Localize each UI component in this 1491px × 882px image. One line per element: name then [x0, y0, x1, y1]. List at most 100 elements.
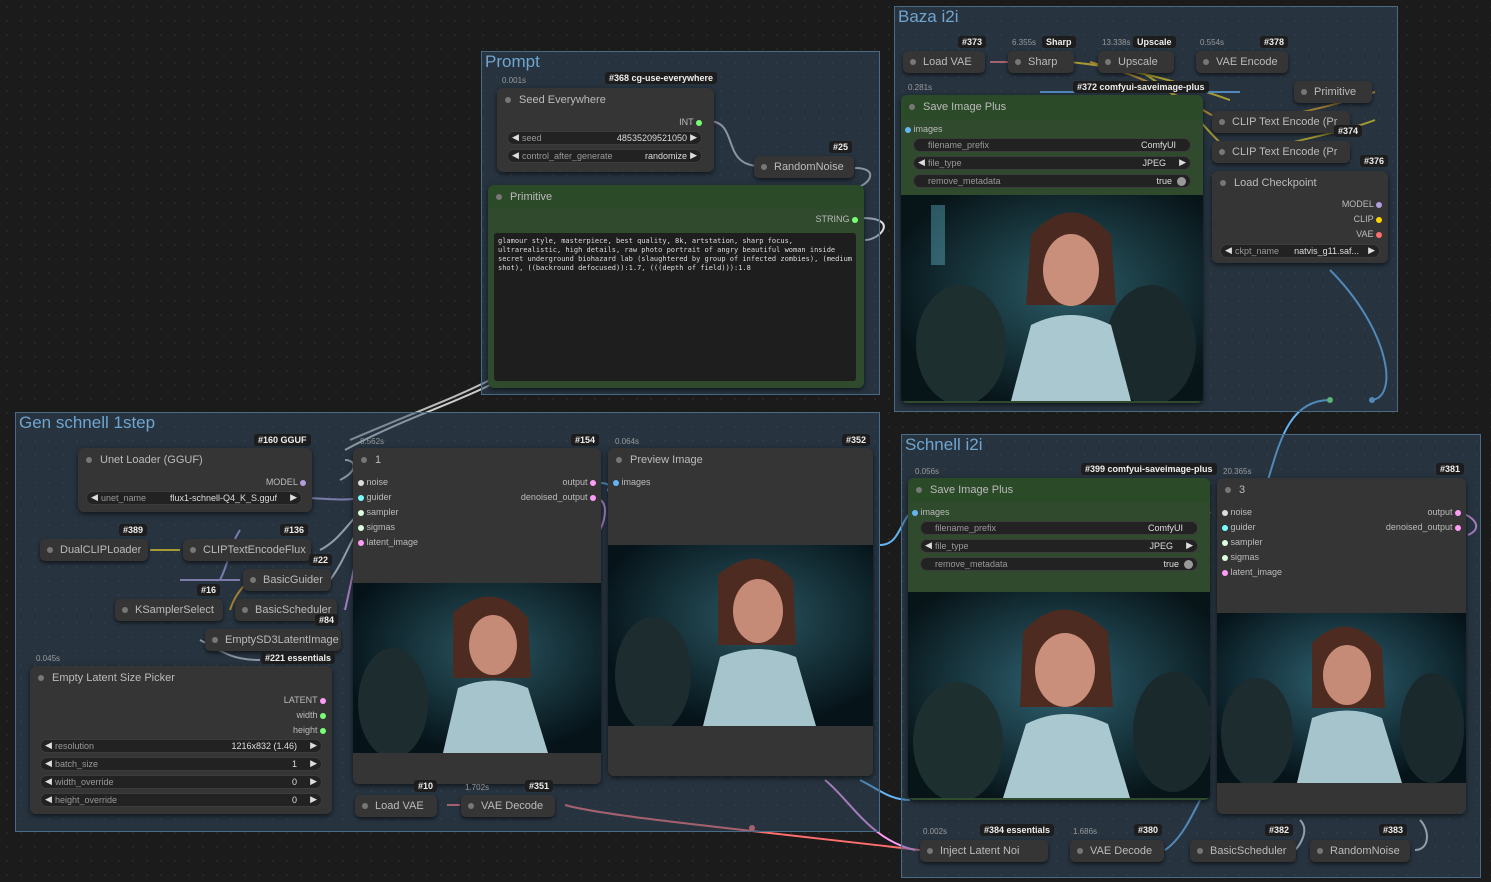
input-sigmas[interactable]: sigmas: [1222, 552, 1259, 562]
vae-decode-node[interactable]: VAE Decode: [1070, 840, 1164, 862]
upscale-node[interactable]: Upscale: [1098, 51, 1174, 73]
input-latent-image[interactable]: latent_image: [358, 537, 418, 547]
node-timing: 0.554s: [1200, 38, 1225, 47]
width-override-widget[interactable]: ◀ width_override 0 ▶: [40, 775, 322, 789]
inject-latent-noise-node[interactable]: Inject Latent Noi: [920, 840, 1048, 862]
node-title: 3: [1217, 478, 1466, 502]
vae-decode-node[interactable]: VAE Decode: [461, 795, 555, 817]
node-tag: #376: [1360, 155, 1389, 167]
batch-size-widget[interactable]: ◀ batch_size 1 ▶: [40, 757, 322, 771]
output-int[interactable]: INT: [679, 117, 702, 127]
output-denoised[interactable]: denoised_output: [1386, 522, 1461, 532]
output-clip[interactable]: CLIP: [1354, 214, 1382, 224]
group-title: Gen schnell 1step: [19, 413, 156, 432]
node-timing: 0.281s: [908, 83, 933, 92]
clip-text-encode-flux-node[interactable]: CLIPTextEncodeFlux: [183, 539, 311, 561]
basic-scheduler-node[interactable]: BasicScheduler: [1190, 840, 1296, 862]
prompt-textarea[interactable]: glamour style, masterpiece, best quality…: [494, 233, 856, 381]
sampler-custom-node-1[interactable]: 1 noise guider sampler sigmas latent_ima…: [353, 448, 601, 784]
seed-everywhere-node[interactable]: Seed Everywhere INT ◀ seed 48535209521050 ▶…: [497, 88, 714, 172]
input-latent-image[interactable]: latent_image: [1222, 567, 1282, 577]
input-sampler[interactable]: sampler: [1222, 537, 1263, 547]
input-images[interactable]: images: [905, 124, 943, 134]
output-model[interactable]: MODEL: [266, 477, 306, 487]
node-tag: #368 cg-use-everywhere: [605, 72, 718, 84]
latent-preview-image: [1217, 613, 1466, 783]
node-tag: #384 essentials: [980, 824, 1055, 836]
primitive-prompt-node[interactable]: Primitive STRING glamour style, masterpi…: [488, 185, 864, 388]
clip-text-encode-node[interactable]: CLIP Text Encode (Pr: [1212, 141, 1350, 163]
node-tag: #382: [1265, 824, 1294, 836]
node-tag: #10: [414, 780, 438, 792]
node-timing: 0.056s: [915, 467, 940, 476]
file-type-widget[interactable]: ◀ file_type JPEG ▶: [920, 539, 1198, 553]
empty-sd3-latent-node[interactable]: EmptySD3LatentImage: [205, 629, 341, 651]
sampler-custom-node-3[interactable]: 3 noise guider sampler sigmas latent_ima…: [1217, 478, 1466, 814]
basic-guider-node[interactable]: BasicGuider: [243, 569, 331, 591]
input-guider[interactable]: guider: [1222, 522, 1256, 532]
remove-metadata-toggle[interactable]: remove_metadata true: [913, 174, 1191, 188]
node-title: Save Image Plus: [908, 478, 1210, 502]
load-vae-node[interactable]: Load VAE: [355, 795, 437, 817]
node-tag: #22: [309, 554, 333, 566]
input-noise[interactable]: noise: [1222, 507, 1252, 517]
clip-text-encode-node[interactable]: CLIP Text Encode (Pr: [1212, 111, 1350, 133]
primitive-small-node[interactable]: Primitive: [1294, 81, 1372, 103]
node-title: Load Checkpoint: [1212, 171, 1388, 195]
node-title: Preview Image: [608, 448, 873, 472]
portrait-image: [353, 583, 601, 753]
node-tag: #381: [1436, 463, 1465, 475]
input-images[interactable]: images: [613, 477, 651, 487]
node-tag: #399 comfyui-saveimage-plus: [1081, 463, 1217, 475]
node-tag: Upscale: [1133, 36, 1176, 48]
node-title: Unet Loader (GGUF): [78, 448, 312, 472]
input-guider[interactable]: guider: [358, 492, 392, 502]
node-tag: #373: [958, 36, 987, 48]
node-timing: 8.562s: [360, 437, 385, 446]
control-after-generate-widget[interactable]: ◀ control_after_generate randomize ▶: [507, 149, 702, 163]
load-checkpoint-node[interactable]: Load Checkpoint MODEL CLIP VAE ◀ ckpt_nam…: [1212, 171, 1388, 263]
unet-name-widget[interactable]: ◀ unet_name flux1-schnell-Q4_K_S.gguf ▶: [86, 491, 302, 505]
output-output[interactable]: output: [562, 477, 596, 487]
filename-prefix-widget[interactable]: filename_prefix ComfyUI: [913, 138, 1191, 152]
input-noise[interactable]: noise: [358, 477, 388, 487]
random-noise-node[interactable]: RandomNoise: [1310, 840, 1410, 862]
ksampler-select-node[interactable]: KSamplerSelect: [115, 599, 223, 621]
random-noise-node[interactable]: RandomNoise: [754, 156, 854, 178]
node-timing: 0.045s: [36, 654, 61, 663]
remove-metadata-toggle[interactable]: remove_metadata true: [920, 557, 1198, 571]
node-tag: #389: [119, 524, 148, 536]
output-image: [908, 592, 1210, 798]
output-vae[interactable]: VAE: [1356, 229, 1382, 239]
output-latent[interactable]: LATENT: [284, 695, 326, 705]
portrait-image: [1217, 613, 1466, 783]
filename-prefix-widget[interactable]: filename_prefix ComfyUI: [920, 521, 1198, 535]
output-width[interactable]: width: [296, 710, 326, 720]
output-height[interactable]: height: [293, 725, 326, 735]
input-sigmas[interactable]: sigmas: [358, 522, 395, 532]
latent-preview-image: [353, 583, 601, 753]
output-denoised[interactable]: denoised_output: [521, 492, 596, 502]
vae-encode-node[interactable]: VAE Encode: [1196, 51, 1288, 73]
output-string[interactable]: STRING: [815, 214, 858, 224]
save-image-plus-node[interactable]: Save Image Plus images filename_prefix Co…: [908, 478, 1210, 800]
sharp-node[interactable]: Sharp: [1008, 51, 1074, 73]
file-type-widget[interactable]: ◀ file_type JPEG ▶: [913, 156, 1191, 170]
output-output[interactable]: output: [1427, 507, 1461, 517]
input-images[interactable]: images: [912, 507, 950, 517]
height-override-widget[interactable]: ◀ height_override 0 ▶: [40, 793, 322, 807]
seed-widget[interactable]: ◀ seed 48535209521050 ▶: [507, 131, 702, 145]
preview-image-node[interactable]: Preview Image images: [608, 448, 873, 776]
save-image-plus-node[interactable]: Save Image Plus images filename_prefix Co…: [901, 95, 1203, 403]
dual-clip-loader-node[interactable]: DualCLIPLoader: [40, 539, 148, 561]
node-title: Save Image Plus: [901, 95, 1203, 119]
load-vae-node[interactable]: Load VAE: [903, 51, 985, 73]
group-title: Schnell i2i: [905, 435, 983, 454]
ckpt-name-widget[interactable]: ◀ ckpt_name natvis_g11.saf... ▶: [1220, 244, 1380, 258]
input-sampler[interactable]: sampler: [358, 507, 399, 517]
unet-loader-node[interactable]: Unet Loader (GGUF) MODEL ◀ unet_name flux1…: [78, 448, 312, 512]
output-model[interactable]: MODEL: [1342, 199, 1382, 209]
empty-latent-size-picker-node[interactable]: Empty Latent Size Picker LATENT width he…: [30, 666, 332, 814]
resolution-widget[interactable]: ◀ resolution 1216x832 (1.46) ▶: [40, 739, 322, 753]
node-tag: Sharp: [1042, 36, 1076, 48]
